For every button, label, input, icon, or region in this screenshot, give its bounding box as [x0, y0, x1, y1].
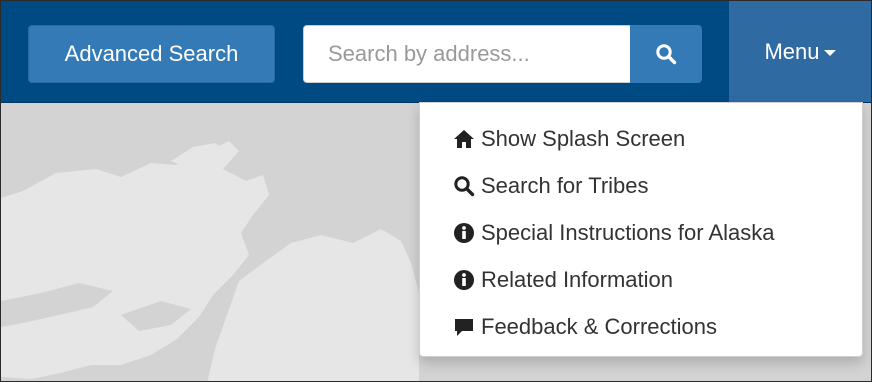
menu-dropdown: Show Splash Screen Search for Tribes Spe… — [419, 102, 863, 357]
info-circle-icon — [453, 221, 481, 245]
menu-item-related-info[interactable]: Related Information — [420, 256, 862, 303]
menu-item-show-splash[interactable]: Show Splash Screen — [420, 115, 862, 162]
address-search-input[interactable] — [303, 25, 633, 83]
menu-dropdown-toggle[interactable]: Menu — [729, 1, 871, 102]
menu-item-feedback[interactable]: Feedback & Corrections — [420, 303, 862, 350]
comment-icon — [453, 315, 481, 339]
menu-item-label: Search for Tribes — [481, 172, 649, 198]
top-navbar: Advanced Search Menu — [1, 1, 871, 103]
magnifier-icon — [656, 44, 677, 65]
home-icon — [453, 127, 481, 151]
menu-item-label: Special Instructions for Alaska — [481, 219, 775, 245]
menu-label: Menu — [764, 38, 820, 64]
magnifier-icon — [453, 174, 481, 198]
menu-item-label: Feedback & Corrections — [481, 313, 717, 339]
app-frame: Advanced Search Menu Show Spl — [0, 0, 872, 382]
menu-item-label: Related Information — [481, 266, 673, 292]
menu-item-alaska-instructions[interactable]: Special Instructions for Alaska — [420, 209, 862, 256]
menu-item-search-tribes[interactable]: Search for Tribes — [420, 162, 862, 209]
advanced-search-button[interactable]: Advanced Search — [28, 25, 275, 83]
search-submit-button[interactable] — [630, 25, 702, 83]
menu-item-label: Show Splash Screen — [481, 125, 686, 151]
info-circle-icon — [453, 268, 481, 292]
caret-down-icon — [823, 49, 836, 56]
